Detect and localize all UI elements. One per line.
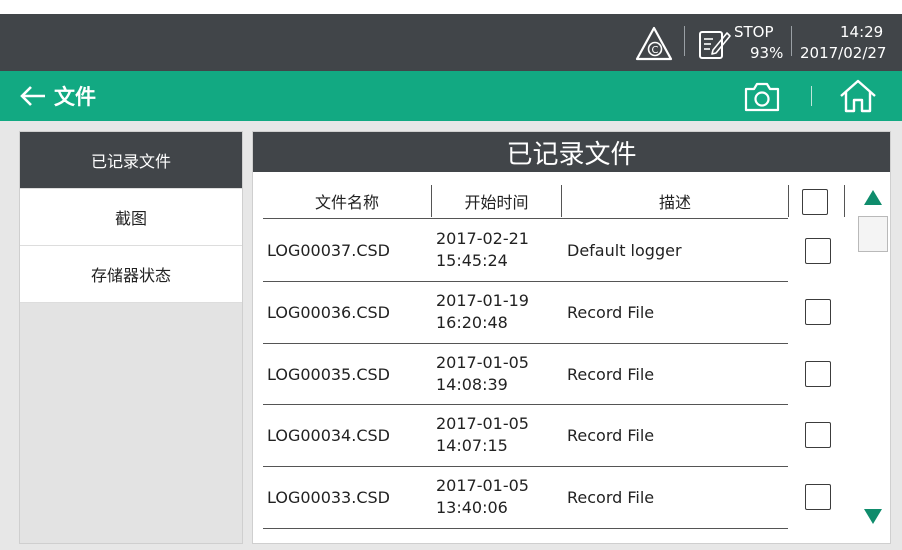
svg-text:C: C xyxy=(652,45,659,56)
row-divider xyxy=(263,528,788,529)
file-name-cell: LOG00034.CSD xyxy=(267,425,390,445)
start-time: 15:45:24 xyxy=(436,251,508,270)
scrollbar[interactable] xyxy=(857,183,889,543)
start-date: 2017-01-19 xyxy=(436,291,529,310)
row-checkbox[interactable] xyxy=(805,361,831,387)
start-time: 14:08:39 xyxy=(436,375,508,394)
clock-date: 2017/02/27 xyxy=(800,44,887,62)
select-all-checkbox[interactable] xyxy=(802,189,828,215)
scroll-thumb[interactable] xyxy=(858,216,888,252)
file-name-cell: LOG00035.CSD xyxy=(267,364,390,384)
page-title: 文件 xyxy=(54,85,96,109)
start-date: 2017-02-21 xyxy=(436,229,529,248)
home-icon[interactable] xyxy=(838,78,878,114)
column-divider xyxy=(788,185,789,217)
status-separator xyxy=(684,26,685,56)
description-cell: Record File xyxy=(567,302,655,322)
start-time-cell: 2017-01-05 14:07:15 xyxy=(436,405,556,465)
sidebar-item-label: 已记录文件 xyxy=(90,152,171,171)
sidebar: 已记录文件 截图 存储器状态 xyxy=(19,131,243,544)
start-time-cell: 2017-01-19 16:20:48 xyxy=(436,282,556,342)
sidebar-item-storage-status[interactable]: 存储器状态 xyxy=(20,246,242,303)
back-button[interactable]: 文件 xyxy=(18,77,96,115)
description-cell: Record File xyxy=(567,364,655,384)
header-divider xyxy=(263,218,788,219)
screen: C STOP 93% 14:29 2017/02/27 文件 已记录文件 截图 … xyxy=(0,14,902,550)
start-time-cell: 2017-01-05 14:08:39 xyxy=(436,344,556,404)
file-name-cell: LOG00037.CSD xyxy=(267,240,390,260)
row-checkbox[interactable] xyxy=(805,484,831,510)
title-separator xyxy=(811,86,812,106)
scroll-down-arrow-icon[interactable] xyxy=(857,501,889,531)
start-time: 16:20:48 xyxy=(436,313,508,332)
title-bar: 文件 xyxy=(0,71,902,121)
file-panel: 已记录文件 文件名称 开始时间 描述 LOG00037.CSD 2017-02-… xyxy=(252,131,891,544)
start-date: 2017-01-05 xyxy=(436,353,529,372)
back-arrow-icon xyxy=(20,86,45,106)
column-header-start-time[interactable]: 开始时间 xyxy=(432,184,561,218)
start-time: 13:40:06 xyxy=(436,498,508,517)
file-name-cell: LOG00036.CSD xyxy=(267,302,390,322)
scroll-up-arrow-icon[interactable] xyxy=(857,183,889,213)
start-time-cell: 2017-01-05 13:40:06 xyxy=(436,467,556,527)
description-cell: Default logger xyxy=(567,240,682,260)
column-divider xyxy=(844,185,845,217)
clock-time: 14:29 xyxy=(840,23,884,41)
start-time-cell: 2017-02-21 15:45:24 xyxy=(436,220,556,280)
description-cell: Record File xyxy=(567,487,655,507)
camera-icon[interactable] xyxy=(742,80,782,114)
start-date: 2017-01-05 xyxy=(436,414,529,433)
sidebar-item-screenshots[interactable]: 截图 xyxy=(20,189,242,246)
row-checkbox[interactable] xyxy=(805,238,831,264)
record-edit-icon[interactable] xyxy=(696,25,732,61)
warning-icon[interactable]: C xyxy=(634,25,674,63)
file-name-cell: LOG00033.CSD xyxy=(267,487,390,507)
description-cell: Record File xyxy=(567,425,655,445)
logger-state: STOP xyxy=(734,23,774,41)
start-time: 14:07:15 xyxy=(436,436,508,455)
sidebar-item-recorded-files[interactable]: 已记录文件 xyxy=(20,132,242,189)
row-checkbox[interactable] xyxy=(805,422,831,448)
status-separator xyxy=(791,26,792,56)
column-header-description[interactable]: 描述 xyxy=(562,184,788,218)
row-checkbox[interactable] xyxy=(805,299,831,325)
panel-title: 已记录文件 xyxy=(253,132,890,172)
battery-level: 93% xyxy=(750,44,784,62)
status-bar: C STOP 93% 14:29 2017/02/27 xyxy=(0,14,902,71)
sidebar-item-label: 存储器状态 xyxy=(90,266,171,285)
start-date: 2017-01-05 xyxy=(436,476,529,495)
sidebar-item-label: 截图 xyxy=(114,209,147,228)
column-header-file-name[interactable]: 文件名称 xyxy=(263,184,431,218)
